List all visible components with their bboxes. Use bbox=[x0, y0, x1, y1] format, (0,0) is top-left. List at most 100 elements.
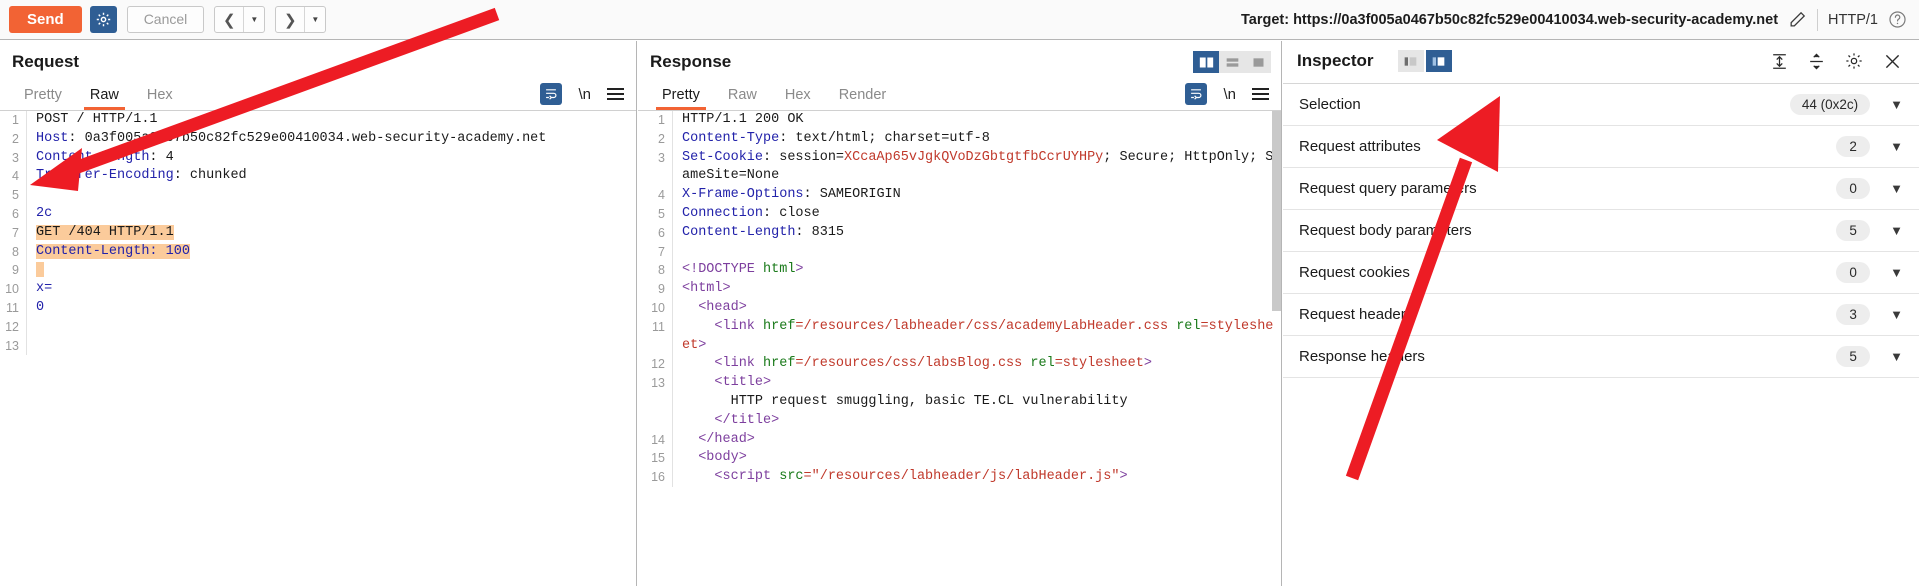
code-line-text[interactable]: 2c bbox=[26, 205, 636, 224]
code-line-text[interactable]: <!DOCTYPE html> bbox=[672, 261, 1281, 280]
code-token: src bbox=[779, 469, 803, 484]
code-line-text[interactable] bbox=[672, 243, 1281, 262]
code-line-text[interactable] bbox=[26, 337, 636, 356]
tab-response-hex[interactable]: Hex bbox=[771, 87, 825, 110]
send-button[interactable]: Send bbox=[9, 6, 82, 33]
menu-icon[interactable] bbox=[1252, 88, 1269, 100]
inspector-row-selection[interactable]: Selection44 (0x2c)▼ bbox=[1283, 84, 1919, 126]
close-icon[interactable] bbox=[1882, 51, 1903, 72]
code-line-text[interactable]: <title> HTTP request smuggling, basic TE… bbox=[672, 374, 1281, 430]
code-line-text[interactable]: X-Frame-Options: SAMEORIGIN bbox=[672, 186, 1281, 205]
code-token: 2c bbox=[36, 206, 52, 221]
line-number: 2 bbox=[0, 130, 26, 149]
pencil-icon[interactable] bbox=[1788, 10, 1807, 29]
line-number: 12 bbox=[638, 355, 672, 374]
expand-all-icon[interactable] bbox=[1770, 52, 1789, 71]
code-line-text[interactable]: Content-Length: 100 bbox=[26, 243, 636, 262]
question-circle-icon[interactable] bbox=[1888, 10, 1907, 29]
code-token: X-Frame-Options bbox=[682, 187, 804, 202]
cancel-button[interactable]: Cancel bbox=[127, 6, 205, 33]
code-line-row: 1POST / HTTP/1.1 bbox=[0, 111, 636, 130]
code-line-row: 4X-Frame-Options: SAMEORIGIN bbox=[638, 186, 1281, 205]
chevron-down-icon[interactable]: ▼ bbox=[1890, 307, 1903, 322]
split-vertical-icon[interactable] bbox=[1193, 51, 1219, 73]
line-number: 4 bbox=[0, 167, 26, 186]
newline-icon[interactable]: \n bbox=[1223, 86, 1236, 103]
inspector-row-request-cookies[interactable]: Request cookies0▼ bbox=[1283, 252, 1919, 294]
code-line-row: 11 <link href=/resources/labheader/css/a… bbox=[638, 318, 1281, 356]
code-line-text[interactable]: Content-Type: text/html; charset=utf-8 bbox=[672, 130, 1281, 149]
code-token: </title> bbox=[714, 413, 779, 428]
chevron-down-icon[interactable]: ▼ bbox=[1890, 223, 1903, 238]
inspector-panel: Inspector bbox=[1283, 41, 1919, 586]
inspector-row-request-body-parameters[interactable]: Request body parameters5▼ bbox=[1283, 210, 1919, 252]
chevron-down-icon[interactable]: ▼ bbox=[1890, 265, 1903, 280]
code-line-text[interactable]: <head> bbox=[672, 299, 1281, 318]
collapse-all-icon[interactable] bbox=[1807, 52, 1826, 71]
code-line-row: 5Connection: close bbox=[638, 205, 1281, 224]
word-wrap-icon[interactable] bbox=[540, 83, 562, 105]
word-wrap-icon[interactable] bbox=[1185, 83, 1207, 105]
code-line-text[interactable]: HTTP/1.1 200 OK bbox=[672, 111, 1281, 130]
line-number: 1 bbox=[0, 111, 26, 130]
request-panel: Request Pretty Raw Hex \n 1POST / HTTP/1… bbox=[0, 41, 637, 586]
next-request-button[interactable]: ❯ ▼ bbox=[275, 6, 326, 33]
code-line-text[interactable]: <link href=/resources/css/labsBlog.css r… bbox=[672, 355, 1281, 374]
line-number: 3 bbox=[0, 149, 26, 168]
code-token: <link bbox=[682, 356, 763, 371]
code-line-text[interactable] bbox=[26, 186, 636, 205]
code-line-text[interactable]: x= bbox=[26, 280, 636, 299]
code-line-text[interactable]: GET /404 HTTP/1.1 bbox=[26, 224, 636, 243]
tab-response-render[interactable]: Render bbox=[825, 87, 901, 110]
code-line-row: 1HTTP/1.1 200 OK bbox=[638, 111, 1281, 130]
code-line-text[interactable] bbox=[26, 261, 636, 280]
newline-icon[interactable]: \n bbox=[578, 86, 591, 103]
chevron-down-icon[interactable]: ▼ bbox=[1890, 181, 1903, 196]
code-token: <body> bbox=[682, 450, 747, 465]
tab-response-pretty[interactable]: Pretty bbox=[648, 87, 714, 110]
code-line-row: 10 <head> bbox=[638, 299, 1281, 318]
code-line-text[interactable]: Transfer-Encoding: chunked bbox=[26, 167, 636, 186]
inspector-row-response-headers[interactable]: Response headers5▼ bbox=[1283, 336, 1919, 378]
code-line-text[interactable] bbox=[26, 318, 636, 337]
code-line-text[interactable]: <script src="/resources/labheader/js/lab… bbox=[672, 468, 1281, 487]
code-line-text[interactable]: Host: 0a3f005a0467b50c82fc529e00410034.w… bbox=[26, 130, 636, 149]
tab-request-pretty[interactable]: Pretty bbox=[10, 87, 76, 110]
code-line-text[interactable]: Set-Cookie: session=XCcaAp65vJgkQVoDzGbt… bbox=[672, 149, 1281, 187]
code-token bbox=[36, 262, 44, 277]
code-line-text[interactable]: </head> bbox=[672, 431, 1281, 450]
inspector-row-request-attributes[interactable]: Request attributes2▼ bbox=[1283, 126, 1919, 168]
pane-left-icon[interactable] bbox=[1398, 50, 1424, 72]
single-pane-icon[interactable] bbox=[1245, 51, 1271, 73]
prev-request-button[interactable]: ❮ ▼ bbox=[214, 6, 265, 33]
split-horizontal-icon[interactable] bbox=[1219, 51, 1245, 73]
tab-request-raw[interactable]: Raw bbox=[76, 87, 133, 110]
inspector-row-request-headers[interactable]: Request headers3▼ bbox=[1283, 294, 1919, 336]
code-line-text[interactable]: <html> bbox=[672, 280, 1281, 299]
request-editor[interactable]: 1POST / HTTP/1.12Host: 0a3f005a0467b50c8… bbox=[0, 111, 636, 586]
send-settings-gear-icon[interactable] bbox=[90, 6, 117, 33]
tab-request-hex[interactable]: Hex bbox=[133, 87, 187, 110]
tab-response-raw[interactable]: Raw bbox=[714, 87, 771, 110]
response-editor[interactable]: 1HTTP/1.1 200 OK2Content-Type: text/html… bbox=[638, 111, 1281, 586]
top-toolbar: Send Cancel ❮ ▼ ❯ ▼ Target: https://0a3f… bbox=[0, 0, 1919, 40]
code-line-text[interactable]: Content-Length: 8315 bbox=[672, 224, 1281, 243]
code-line-text[interactable]: 0 bbox=[26, 299, 636, 318]
response-scrollbar[interactable] bbox=[1272, 111, 1281, 311]
pane-right-icon[interactable] bbox=[1426, 50, 1452, 72]
code-line-text[interactable]: Connection: close bbox=[672, 205, 1281, 224]
caret-down-icon[interactable]: ▼ bbox=[305, 7, 325, 32]
caret-down-icon[interactable]: ▼ bbox=[244, 7, 264, 32]
code-line-text[interactable]: Content-Length: 4 bbox=[26, 149, 636, 168]
gear-icon[interactable] bbox=[1844, 51, 1864, 71]
chevron-down-icon[interactable]: ▼ bbox=[1890, 97, 1903, 112]
code-line-text[interactable]: POST / HTTP/1.1 bbox=[26, 111, 636, 130]
chevron-down-icon[interactable]: ▼ bbox=[1890, 349, 1903, 364]
menu-icon[interactable] bbox=[607, 88, 624, 100]
chevron-down-icon[interactable]: ▼ bbox=[1890, 139, 1903, 154]
code-line-text[interactable]: <link href=/resources/labheader/css/acad… bbox=[672, 318, 1281, 356]
inspector-row-request-query-parameters[interactable]: Request query parameters0▼ bbox=[1283, 168, 1919, 210]
line-number: 7 bbox=[638, 243, 672, 262]
divider bbox=[1817, 9, 1818, 31]
code-line-text[interactable]: <body> bbox=[672, 449, 1281, 468]
